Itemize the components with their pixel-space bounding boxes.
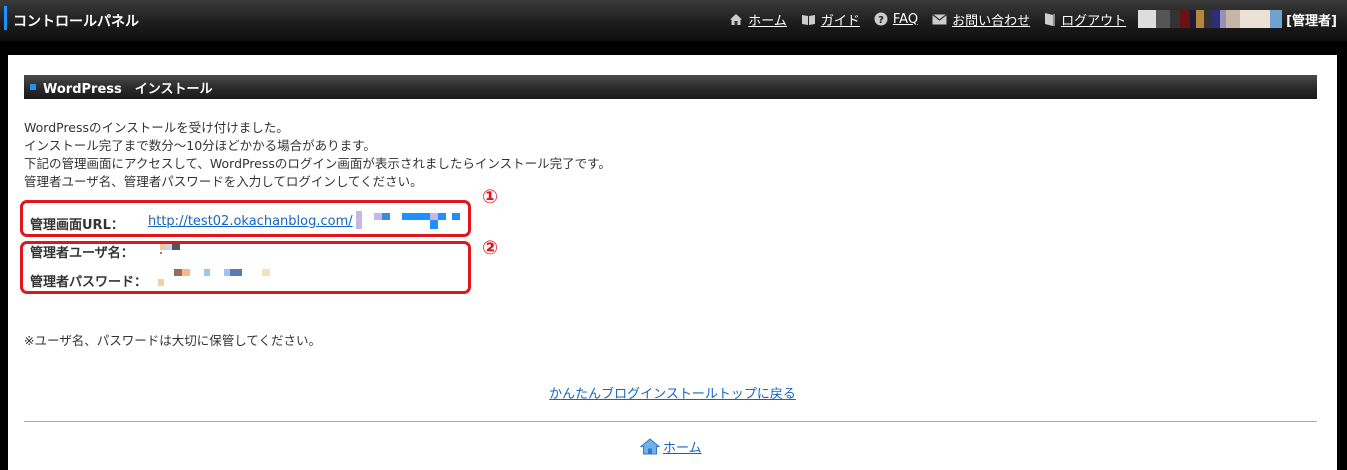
book-icon bbox=[801, 14, 815, 25]
storage-note: ※ユーザ名、パスワードは大切に保管してください。 bbox=[24, 333, 321, 348]
nav-contact-link[interactable]: お問い合わせ bbox=[932, 10, 1030, 29]
back-link-container: かんたんブログインストールトップに戻る bbox=[8, 383, 1337, 402]
home-icon bbox=[640, 438, 660, 455]
footer-home-link[interactable]: ホーム bbox=[640, 437, 702, 456]
admin-url-link[interactable]: http://test02.okachanblog.com/ bbox=[148, 214, 353, 229]
nav-guide-label: ガイド bbox=[820, 13, 860, 29]
mail-icon bbox=[932, 13, 947, 24]
install-message: WordPressのインストールを受け付けました。 インストール完了まで数分〜1… bbox=[24, 119, 611, 191]
top-bar: コントロールパネル ホーム ガイド ? FAQ お問い合わせ ログアウト [管理… bbox=[0, 0, 1347, 42]
title-accent-bar bbox=[4, 6, 7, 30]
question-icon: ? bbox=[874, 12, 888, 26]
message-line: 下記の管理画面にアクセスして、WordPressのログイン画面が表示されましたら… bbox=[24, 156, 611, 171]
back-to-install-top-link[interactable]: かんたんブログインストールトップに戻る bbox=[549, 387, 796, 402]
annotation-number-1: ① bbox=[482, 186, 499, 208]
section-title: WordPress インストール bbox=[43, 81, 213, 97]
home-icon bbox=[730, 13, 743, 25]
square-bullet-icon bbox=[30, 84, 36, 90]
message-line: 管理者ユーザ名、管理者パスワードを入力してログインしてください。 bbox=[24, 174, 423, 189]
main-panel: WordPress インストール WordPressのインストールを受け付けまし… bbox=[8, 55, 1337, 470]
divider bbox=[24, 421, 1317, 422]
footer-home-label: ホーム bbox=[663, 441, 702, 456]
app-title: コントロールパネル bbox=[13, 14, 139, 30]
message-line: インストール完了まで数分〜10分ほどかかる場合があります。 bbox=[24, 138, 376, 153]
nav-guide-link[interactable]: ガイド bbox=[801, 10, 860, 29]
nav-logout-link[interactable]: ログアウト bbox=[1044, 10, 1126, 29]
nav-contact-label: お問い合わせ bbox=[952, 13, 1031, 29]
svg-text:?: ? bbox=[878, 15, 884, 26]
section-header: WordPress インストール bbox=[24, 75, 1317, 99]
top-nav: ホーム ガイド ? FAQ お問い合わせ ログアウト [管理者] bbox=[715, 10, 1337, 29]
nav-faq-link[interactable]: ? FAQ bbox=[874, 12, 918, 27]
user-role-label: [管理者] bbox=[1286, 13, 1337, 29]
nav-home-link[interactable]: ホーム bbox=[729, 10, 787, 29]
nav-faq-label: FAQ bbox=[892, 11, 919, 27]
door-icon bbox=[1045, 12, 1056, 26]
admin-url-label: 管理画面URL： bbox=[30, 218, 124, 233]
nav-home-label: ホーム bbox=[748, 13, 787, 29]
nav-logout-label: ログアウト bbox=[1061, 13, 1127, 29]
message-line: WordPressのインストールを受け付けました。 bbox=[24, 120, 289, 135]
admin-username-label: 管理者ユーザ名： bbox=[30, 246, 134, 261]
admin-password-label: 管理者パスワード： bbox=[30, 275, 148, 290]
redacted-user-name bbox=[1138, 10, 1283, 28]
annotation-number-2: ② bbox=[482, 237, 499, 259]
